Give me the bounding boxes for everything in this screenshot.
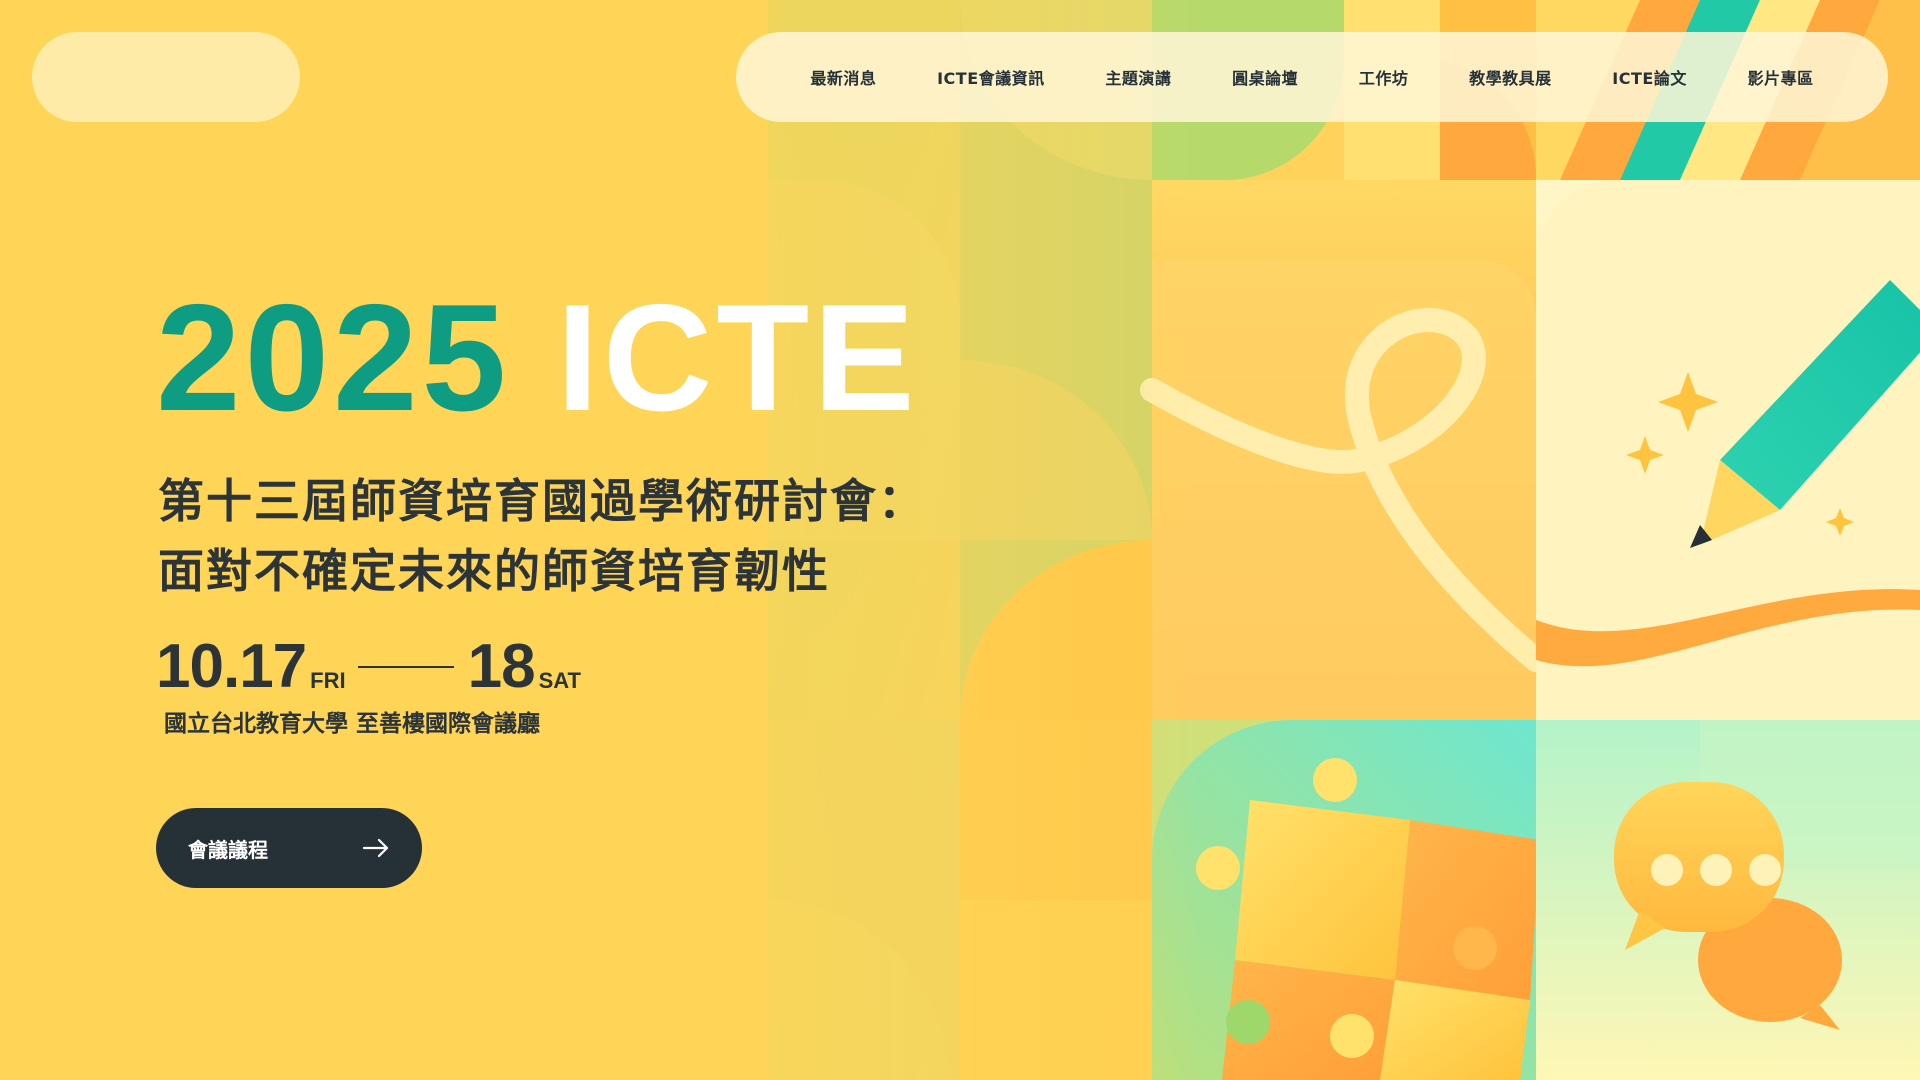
agenda-button[interactable]: 會議議程 — [156, 808, 422, 888]
hero-subtitle-line1: 第十三屆師資培育國過學術研討會： — [158, 474, 926, 528]
day-end: SAT — [538, 668, 581, 693]
nav-item-teaching-aids-expo[interactable]: 教學教具展 — [1469, 65, 1552, 89]
hero-name: ICTE — [556, 273, 919, 443]
nav-item-roundtable[interactable]: 圓桌論壇 — [1232, 65, 1298, 89]
arrow-right-icon — [362, 838, 389, 858]
nav-item-news[interactable]: 最新消息 — [810, 65, 876, 89]
main-nav: 最新消息 ICTE會議資訊 主題演講 圓桌論壇 工作坊 教學教具展 ICTE論文… — [736, 32, 1888, 122]
date-end: 18 — [467, 632, 536, 701]
date-divider — [357, 666, 454, 668]
nav-item-workshop[interactable]: 工作坊 — [1359, 65, 1409, 89]
day-start: FRI — [310, 668, 346, 693]
nav-item-keynote[interactable]: 主題演講 — [1105, 65, 1171, 89]
event-venue: 國立台北教育大學 至善樓國際會議廳 — [164, 711, 541, 737]
nav-item-papers[interactable]: ICTE論文 — [1612, 65, 1687, 89]
nav-item-conference-info[interactable]: ICTE會議資訊 — [937, 65, 1045, 89]
event-dates: 10.17 FRI 18 SAT — [156, 628, 581, 698]
hero-subtitle: 第十三屆師資培育國過學術研討會： 面對不確定未來的師資培育韌性 — [158, 466, 926, 606]
logo-placeholder[interactable] — [32, 32, 300, 122]
landing-page: 最新消息 ICTE會議資訊 主題演講 圓桌論壇 工作坊 教學教具展 ICTE論文… — [0, 0, 1920, 1080]
hero-title: 2025 ICTE — [156, 282, 919, 434]
date-start: 10.17 — [156, 632, 307, 701]
nav-item-videos[interactable]: 影片專區 — [1748, 65, 1814, 89]
agenda-button-label: 會議議程 — [188, 837, 268, 862]
hero-subtitle-line2: 面對不確定未來的師資培育韌性 — [158, 544, 830, 598]
hero-year: 2025 — [156, 273, 511, 443]
